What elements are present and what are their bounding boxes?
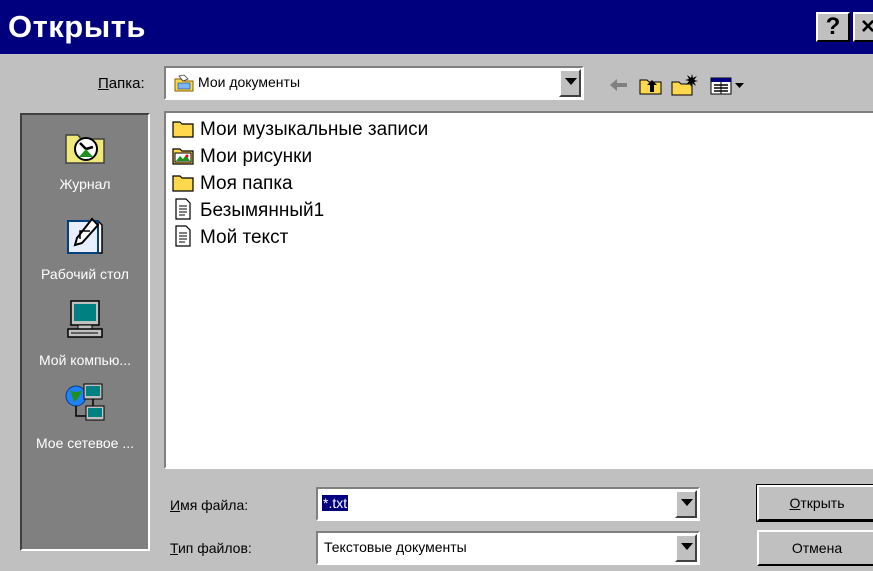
filetype-dropdown-button[interactable] (675, 534, 697, 562)
title-bar[interactable]: Открыть ? × (0, 0, 873, 54)
file-name: Мой текст (200, 227, 289, 248)
place-network[interactable]: Мое сетевое ... (22, 380, 148, 451)
folder-icon (172, 172, 194, 197)
desktop-icon (62, 217, 108, 261)
pictures-folder-icon (172, 145, 194, 170)
filetype-label-accel: Т (170, 540, 178, 556)
new-folder-button[interactable] (670, 70, 700, 100)
help-button[interactable]: ? (816, 12, 850, 42)
list-item[interactable]: Мои музыкальные записи (172, 117, 428, 143)
list-item[interactable]: Мой текст (172, 224, 289, 252)
my-computer-icon (62, 300, 108, 347)
folder-icon (172, 118, 194, 143)
list-item[interactable]: Моя папка (172, 171, 293, 197)
place-label: Мое сетевое ... (35, 435, 135, 451)
places-bar: Журнал Рабочий стол Мой компью... Мое се… (20, 113, 150, 551)
filetype-value: Текстовые документы (324, 539, 467, 555)
folder-combo[interactable]: Мои документы (164, 66, 584, 100)
views-menu-button[interactable] (708, 70, 752, 100)
file-name: Мои музыкальные записи (200, 119, 429, 140)
filetype-label-text: ип файлов: (177, 540, 252, 556)
folder-label: Папка: (98, 75, 145, 92)
close-button[interactable]: × (853, 12, 873, 42)
open-dialog: Открыть ? × Папка: Мои документы Журнал … (0, 0, 873, 571)
place-label: Рабочий стол (41, 266, 129, 282)
folder-combo-value: Мои документы (198, 74, 301, 90)
file-name: Мои рисунки (200, 146, 313, 167)
cancel-button[interactable]: Отмена (757, 530, 873, 566)
back-arrow-icon (606, 79, 632, 104)
network-places-icon (62, 383, 108, 430)
open-button-label: ткрыть (800, 495, 845, 511)
up-one-level-icon (638, 79, 664, 104)
folder-dropdown-button[interactable] (559, 69, 581, 97)
filename-label-text: мя файла: (180, 497, 249, 513)
new-folder-icon (670, 74, 700, 104)
filename-input[interactable]: *.txt (322, 495, 349, 511)
up-one-level-button[interactable] (638, 70, 664, 100)
back-button[interactable] (606, 70, 632, 100)
place-desktop[interactable]: Рабочий стол (22, 215, 148, 282)
place-label: Журнал (59, 176, 111, 192)
text-document-icon (172, 197, 194, 225)
file-name: Безымянный1 (200, 200, 325, 221)
filename-label: Имя файла: (170, 497, 248, 513)
place-history[interactable]: Журнал (22, 127, 148, 192)
place-my-computer[interactable]: Мой компью... (22, 297, 148, 368)
filename-label-accel: И (170, 497, 181, 513)
filename-dropdown-button[interactable] (675, 490, 697, 518)
place-label: Мой компью... (38, 352, 132, 368)
open-button[interactable]: Открыть (756, 484, 873, 522)
filetype-label: Тип файлов: (170, 540, 252, 556)
open-button-accel: О (789, 495, 801, 511)
my-documents-icon (174, 74, 194, 97)
folder-label-accel: П (98, 75, 109, 92)
list-item[interactable]: Мои рисунки (172, 144, 312, 170)
history-icon (62, 134, 108, 171)
window-title: Открыть (8, 9, 146, 44)
views-menu-icon (708, 77, 752, 104)
filename-combo[interactable]: *.txt (316, 487, 700, 521)
file-name: Моя папка (200, 173, 293, 194)
filetype-select[interactable]: Текстовые документы (316, 531, 700, 565)
folder-label-text: апка: (108, 75, 145, 92)
list-item[interactable]: Безымянный1 (172, 197, 325, 225)
file-list[interactable]: Мои музыкальные записи Мои рисунки Моя п… (164, 111, 873, 469)
text-document-icon (172, 224, 194, 252)
